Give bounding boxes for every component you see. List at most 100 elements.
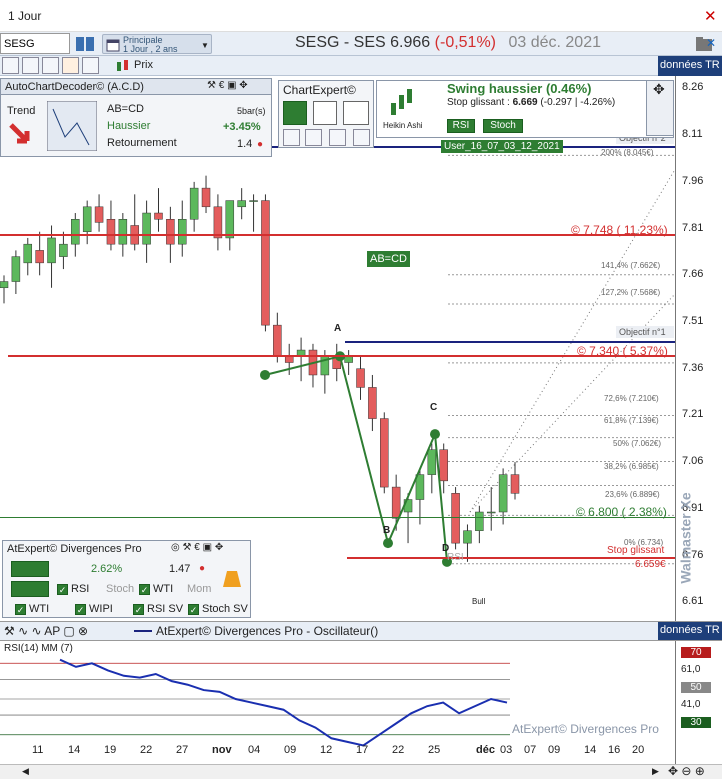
zoom-controls-icon[interactable]: ✥ ⊖ ⊕ <box>668 764 705 778</box>
abcd-point <box>260 369 270 380</box>
trend-arrow-icon <box>9 123 30 144</box>
on-button[interactable] <box>283 101 307 125</box>
data-source-label: données TR <box>658 56 722 76</box>
f-wti-checkbox[interactable]: ✓ <box>15 604 26 615</box>
point-c-label: C <box>430 402 438 413</box>
f-wipi-label: WIPI <box>89 603 113 615</box>
title-bar: 1 Jour ✕ <box>0 0 722 32</box>
wave2-icon[interactable] <box>42 57 59 74</box>
nav-controls[interactable]: ✥ <box>646 80 674 136</box>
rsi-checkbox[interactable]: ✓ <box>57 584 68 595</box>
book-icon[interactable] <box>74 35 96 53</box>
candle <box>356 368 365 388</box>
cb-stoch-label: Stoch <box>106 583 135 595</box>
candle <box>201 187 211 208</box>
square-icon[interactable] <box>82 57 99 74</box>
ap-icon[interactable] <box>62 57 79 74</box>
target-mid-line <box>8 355 675 357</box>
trend-label: Trend <box>7 105 36 117</box>
fib-23-label: 23,6% (6.889€) <box>605 490 660 499</box>
y-tick-label: 7.51 <box>682 315 704 328</box>
x-tick-label: nov <box>212 744 232 756</box>
target-low-line <box>0 517 675 518</box>
move-icon[interactable]: ✥ <box>653 81 665 98</box>
candle-icon <box>117 60 128 71</box>
stop-line <box>347 557 675 559</box>
candle <box>178 219 187 245</box>
tools-icon[interactable]: ✕ <box>706 36 716 50</box>
rsi-tag: RSI <box>447 552 464 563</box>
ce-tool4-icon[interactable] <box>353 129 370 146</box>
stop-text: Stop glissant : 6.669 (-0.297 | -4.26%) <box>447 97 616 108</box>
percent-button[interactable] <box>313 101 337 125</box>
acd-type: Retournement <box>107 137 177 149</box>
candle <box>154 212 163 220</box>
f-wipi-checkbox[interactable]: ✓ <box>75 604 86 615</box>
period-sub: 1 Jour , 2 ans <box>123 44 178 54</box>
price-label[interactable]: Prix <box>134 59 153 71</box>
osc-level-41: 41,0 <box>681 699 701 710</box>
y-tick-label: 7.81 <box>682 221 704 234</box>
acd-controls-icon[interactable]: ⚒ € ▣ ✥ <box>207 80 248 91</box>
candle <box>142 212 151 245</box>
symbol-input[interactable] <box>0 33 70 54</box>
candle <box>106 219 116 245</box>
osc-tools-icon[interactable]: ⚒ ∿ ∿ AP ▢ ⊗ <box>4 624 88 638</box>
x-tick-label: 04 <box>248 744 261 756</box>
atexpert-pct: 2.62% <box>91 563 123 575</box>
stoch-button[interactable]: Stoch <box>483 119 523 133</box>
f-stochsv-checkbox[interactable]: ✓ <box>188 604 199 615</box>
abcd-pattern-icon[interactable] <box>47 101 97 151</box>
user-tag: User_16_07_03_12_2021 <box>441 140 563 153</box>
candle <box>463 530 472 544</box>
signal-button-2[interactable] <box>11 581 49 597</box>
acd-title: AutoChartDecoder© (A.C.D) <box>5 81 144 93</box>
copy-button[interactable] <box>343 101 369 125</box>
signal-button[interactable] <box>11 561 49 577</box>
candle <box>59 243 68 257</box>
x-tick-label: 12 <box>320 744 333 756</box>
atexpert-title: AtExpert© Divergences Pro <box>7 543 142 555</box>
f-rsisv-label: RSI SV <box>147 603 184 615</box>
candle <box>380 418 389 488</box>
calendar-icon <box>106 39 120 52</box>
atexpert-controls-icon[interactable]: ◎ ⚒ € ▣ ✥ <box>171 542 223 553</box>
ce-tool1-icon[interactable] <box>283 129 300 146</box>
candle <box>368 387 377 419</box>
x-tick-label: 22 <box>140 744 153 756</box>
x-tick-label: 11 <box>32 744 44 756</box>
osc-levels <box>0 662 510 736</box>
ce-tool3-icon[interactable] <box>329 129 346 146</box>
watermark: Walmaster Xe <box>677 492 694 584</box>
fib-61-label: 61,8% (7.139€) <box>604 416 659 425</box>
candle <box>439 449 448 482</box>
ce-tool2-icon[interactable] <box>305 129 322 146</box>
candle <box>118 219 128 245</box>
oscillator-header: ⚒ ∿ ∿ AP ▢ ⊗ AtExpert© Divergences Pro -… <box>0 621 722 641</box>
candle <box>261 200 270 326</box>
y-tick-label: 7.96 <box>682 174 704 187</box>
x-tick-label: 09 <box>548 744 561 756</box>
scroll-right-icon[interactable]: ▶ <box>652 766 659 777</box>
candle <box>71 219 80 245</box>
scrollbar[interactable]: ◀ ▶ ✥ ⊖ ⊕ <box>0 764 722 779</box>
candle <box>35 250 44 264</box>
close-icon[interactable]: ✕ <box>704 7 717 25</box>
tools-icon[interactable] <box>2 57 19 74</box>
y-tick-label: 7.66 <box>682 268 704 281</box>
candle <box>486 511 496 514</box>
bell-icon[interactable] <box>217 563 247 593</box>
wave-icon[interactable] <box>22 57 39 74</box>
wti-checkbox[interactable]: ✓ <box>139 584 150 595</box>
fib-72-label: 72,6% (7.210€) <box>604 394 659 403</box>
abcd-point <box>383 538 393 549</box>
objective1-line <box>345 341 675 343</box>
point-b-label: B <box>383 525 391 536</box>
period-selector[interactable]: Principale 1 Jour , 2 ans ▼ <box>102 34 212 54</box>
f-rsisv-checkbox[interactable]: ✓ <box>133 604 144 615</box>
abcd-box: AB=CD <box>367 251 410 267</box>
toolbar: Prix données TR <box>0 56 722 76</box>
candle <box>249 200 258 202</box>
scroll-left-icon[interactable]: ◀ <box>22 766 29 777</box>
rsi-button[interactable]: RSI <box>447 119 475 133</box>
